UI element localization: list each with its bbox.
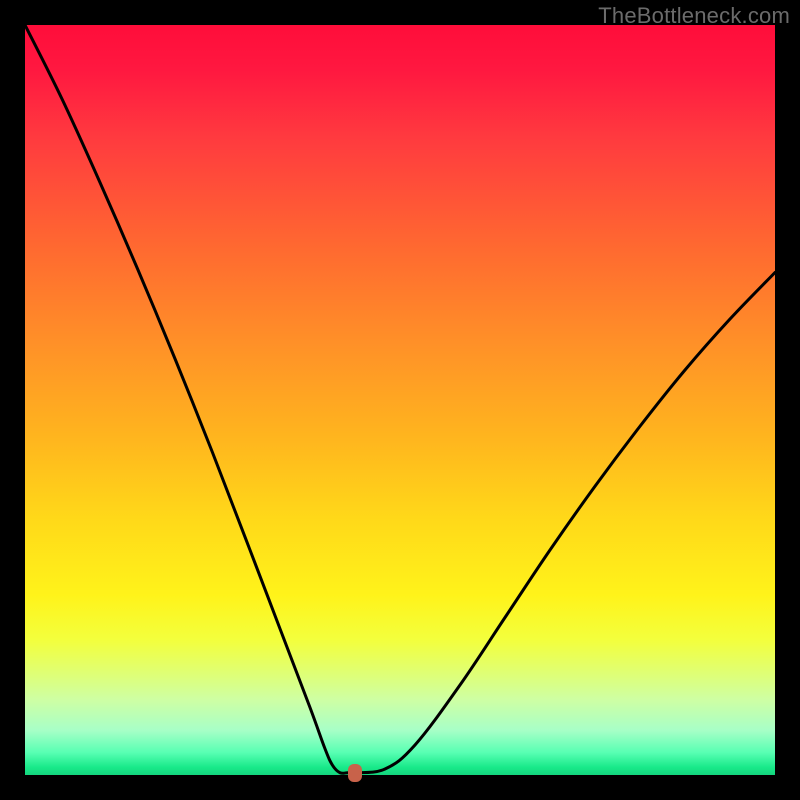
plot-area (25, 25, 775, 775)
watermark-text: TheBottleneck.com (598, 3, 790, 29)
optimal-point-marker (348, 764, 362, 782)
bottleneck-curve (25, 25, 775, 775)
curve-path (25, 25, 775, 773)
chart-frame: TheBottleneck.com (0, 0, 800, 800)
